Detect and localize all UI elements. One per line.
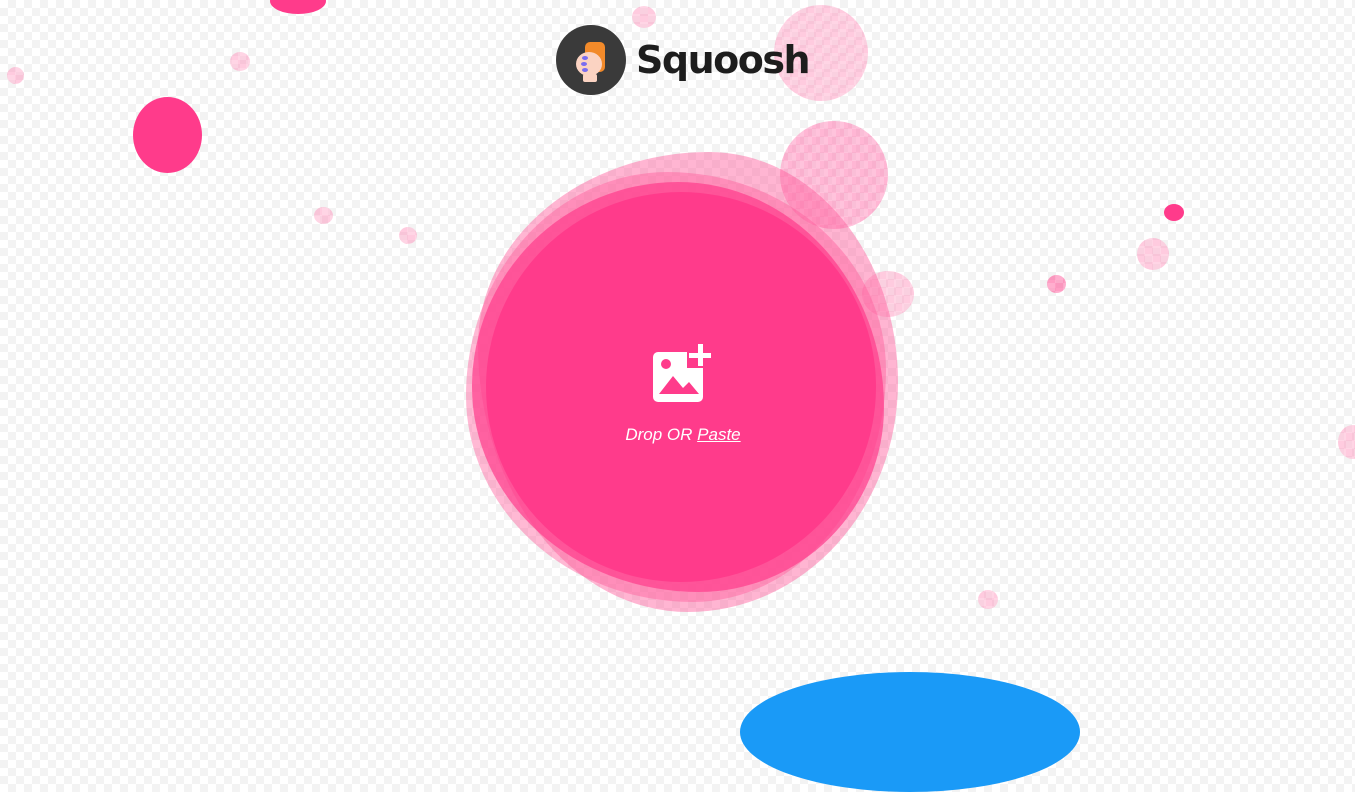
- decorative-blob: [230, 52, 250, 71]
- blue-wave-shape: [740, 672, 1080, 792]
- decorative-blob: [1338, 425, 1355, 459]
- decorative-blob: [399, 227, 417, 244]
- app-title: Squoosh: [636, 38, 811, 82]
- decorative-blob: [1137, 238, 1169, 270]
- image-drop-zone[interactable]: Drop OR Paste: [466, 152, 900, 624]
- decorative-blob: [133, 97, 202, 173]
- decorative-blob: [7, 67, 24, 84]
- add-image-icon[interactable]: [651, 342, 715, 406]
- drop-zone-content: Drop OR Paste: [466, 342, 900, 445]
- decorative-blob: [270, 0, 326, 14]
- decorative-blob: [978, 590, 998, 609]
- paste-link[interactable]: Paste: [697, 425, 740, 444]
- squoosh-hand-logo-icon: [556, 25, 626, 95]
- app-header: Squoosh: [556, 25, 811, 95]
- drop-label: Drop OR: [625, 425, 693, 444]
- decorative-blob: [314, 207, 333, 224]
- decorative-blob: [1047, 275, 1066, 293]
- decorative-blob: [1164, 204, 1184, 221]
- drop-instructions: Drop OR Paste: [466, 425, 900, 445]
